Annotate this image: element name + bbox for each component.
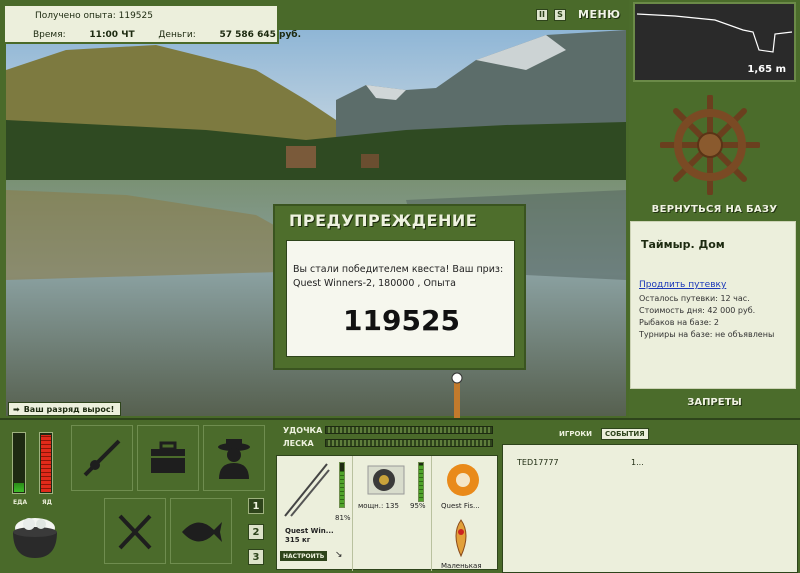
rod-name: Quest Win... (285, 527, 334, 535)
reel-icon (367, 465, 405, 495)
poison-label: ЯД (42, 499, 52, 506)
players-tabs: ИГРОКИ СОБЫТИЯ (556, 428, 649, 440)
anglers-count: Рыбаков на базе: 2 (639, 318, 719, 327)
rank-up-text: Ваш разряд вырос! (23, 404, 115, 414)
rank-up-notice[interactable]: ➡ Ваш разряд вырос! (8, 402, 122, 416)
rod-meter (325, 426, 493, 434)
tab-players[interactable]: ИГРОКИ (556, 429, 595, 439)
poison-gauge-fill (41, 435, 51, 492)
poison-gauge (39, 432, 53, 494)
gear-page-1[interactable]: 1 (248, 498, 264, 514)
base-title: Таймыр. Дом (641, 238, 725, 251)
rod-meter-label: УДОЧКА (283, 426, 323, 435)
tournaments-status: Турниры на базе: не объявлены (639, 330, 775, 339)
fork-knife-icon (118, 514, 152, 550)
player-value: 1... (631, 458, 644, 467)
rod-item-icon (284, 463, 330, 517)
time-value: 11:00 ЧТ (89, 30, 135, 40)
reel-wear-bar (418, 462, 424, 502)
warning-dialog[interactable]: ПРЕДУПРЕЖДЕНИЕ Вы стали победителем квес… (273, 204, 526, 370)
fishing-rod-tool[interactable] (71, 425, 133, 491)
eat-tool[interactable] (104, 498, 166, 564)
time-label: Время: (33, 30, 66, 40)
rod-wear-fill (340, 471, 344, 507)
line-spool-icon (447, 464, 479, 496)
lure-icon (455, 519, 467, 558)
time-money-row: Время: 11:00 ЧТ Деньги: 57 586 645 руб. (33, 30, 301, 40)
rod-wear-bar (339, 462, 345, 508)
setup-button[interactable]: НАСТРОИТЬ (280, 551, 328, 561)
base-info-panel: Таймыр. Дом Продлить путевку Осталось пу… (630, 221, 796, 389)
gear-page-2[interactable]: 2 (248, 524, 264, 540)
pause-button[interactable]: II (536, 8, 548, 21)
line-lure-slot[interactable]: Quest Fis... Маленькая (433, 456, 499, 571)
tension-meters: УДОЧКА ЛЕСКА (275, 420, 499, 452)
food-label: ЕДА (13, 499, 28, 506)
bans-button[interactable]: ЗАПРЕТЫ (629, 397, 800, 408)
fisherman-tool[interactable] (203, 425, 265, 491)
reel-percent: 95% (410, 502, 426, 510)
dialog-number: 119525 (343, 304, 460, 337)
day-cost: Стоимость дня: 42 000 руб. (639, 306, 756, 315)
food-gauge-fill (14, 483, 24, 492)
gear-page-3[interactable]: 3 (248, 549, 264, 565)
players-panel: ИГРОКИ СОБЫТИЯ TED17777 1... (502, 420, 800, 573)
top-controls: II S МЕНЮ (536, 8, 621, 21)
food-gauge (12, 432, 26, 494)
rod-weight: 315 кг (285, 536, 311, 544)
money-value: 57 586 645 руб. (219, 30, 302, 40)
fisherman-icon (218, 439, 250, 479)
dialog-body: Вы стали победителем квеста! Ваш приз: Q… (286, 240, 515, 357)
players-list: TED17777 1... (502, 444, 798, 573)
return-to-base-button[interactable]: ВЕРНУТЬСЯ НА БАЗУ (629, 204, 800, 215)
rod-tip-icon (451, 372, 463, 420)
ship-wheel-icon[interactable] (660, 95, 760, 195)
dialog-title: ПРЕДУПРЕЖДЕНИЕ (289, 211, 478, 230)
reel-power: мощн.: 135 (358, 502, 399, 510)
fish-tool[interactable] (170, 498, 232, 564)
rod-icon (83, 439, 121, 477)
line-meter-label: ЛЕСКА (283, 439, 314, 448)
tackle-box-tool[interactable] (137, 425, 199, 491)
reel-wear-fill (419, 464, 423, 501)
gear-panel: 81% Quest Win... 315 кг НАСТРОИТЬ ↘ мощн… (276, 455, 499, 571)
arrow-icon: ➡ (13, 404, 20, 414)
dialog-message: Вы стали победителем квеста! Ваш приз: Q… (293, 264, 504, 289)
reel-slot[interactable]: мощн.: 135 95% (354, 456, 432, 571)
tab-events[interactable]: СОБЫТИЯ (600, 428, 649, 440)
line-meter (325, 439, 493, 447)
xp-readout: Получено опыта: 119525 (35, 11, 153, 21)
tackle-box-icon (151, 441, 185, 473)
fish-icon (182, 522, 222, 542)
permit-remaining: Осталось путевки: 12 час. (639, 294, 750, 303)
money-label: Деньги: (158, 30, 196, 40)
sound-button[interactable]: S (554, 8, 566, 21)
food-pot-icon[interactable] (9, 512, 61, 562)
lure-name: Маленькая (441, 562, 482, 570)
player-name[interactable]: TED17777 (517, 458, 559, 467)
depth-value: 1,65 m (747, 64, 786, 75)
depth-profile: 1,65 m (633, 2, 796, 82)
rod-slot[interactable]: 81% Quest Win... 315 кг НАСТРОИТЬ ↘ (277, 456, 353, 571)
extend-permit-link[interactable]: Продлить путевку (639, 280, 726, 290)
line-name: Quest Fis... (441, 502, 480, 510)
status-panel: Получено опыта: 119525 Время: 11:00 ЧТ Д… (3, 4, 301, 44)
xp-label: Получено опыта: (35, 11, 116, 21)
menu-button[interactable]: МЕНЮ (578, 8, 621, 21)
xp-value: 119525 (118, 11, 153, 21)
rod-percent: 81% (335, 514, 351, 522)
resize-arrow-icon[interactable]: ↘ (335, 550, 343, 560)
